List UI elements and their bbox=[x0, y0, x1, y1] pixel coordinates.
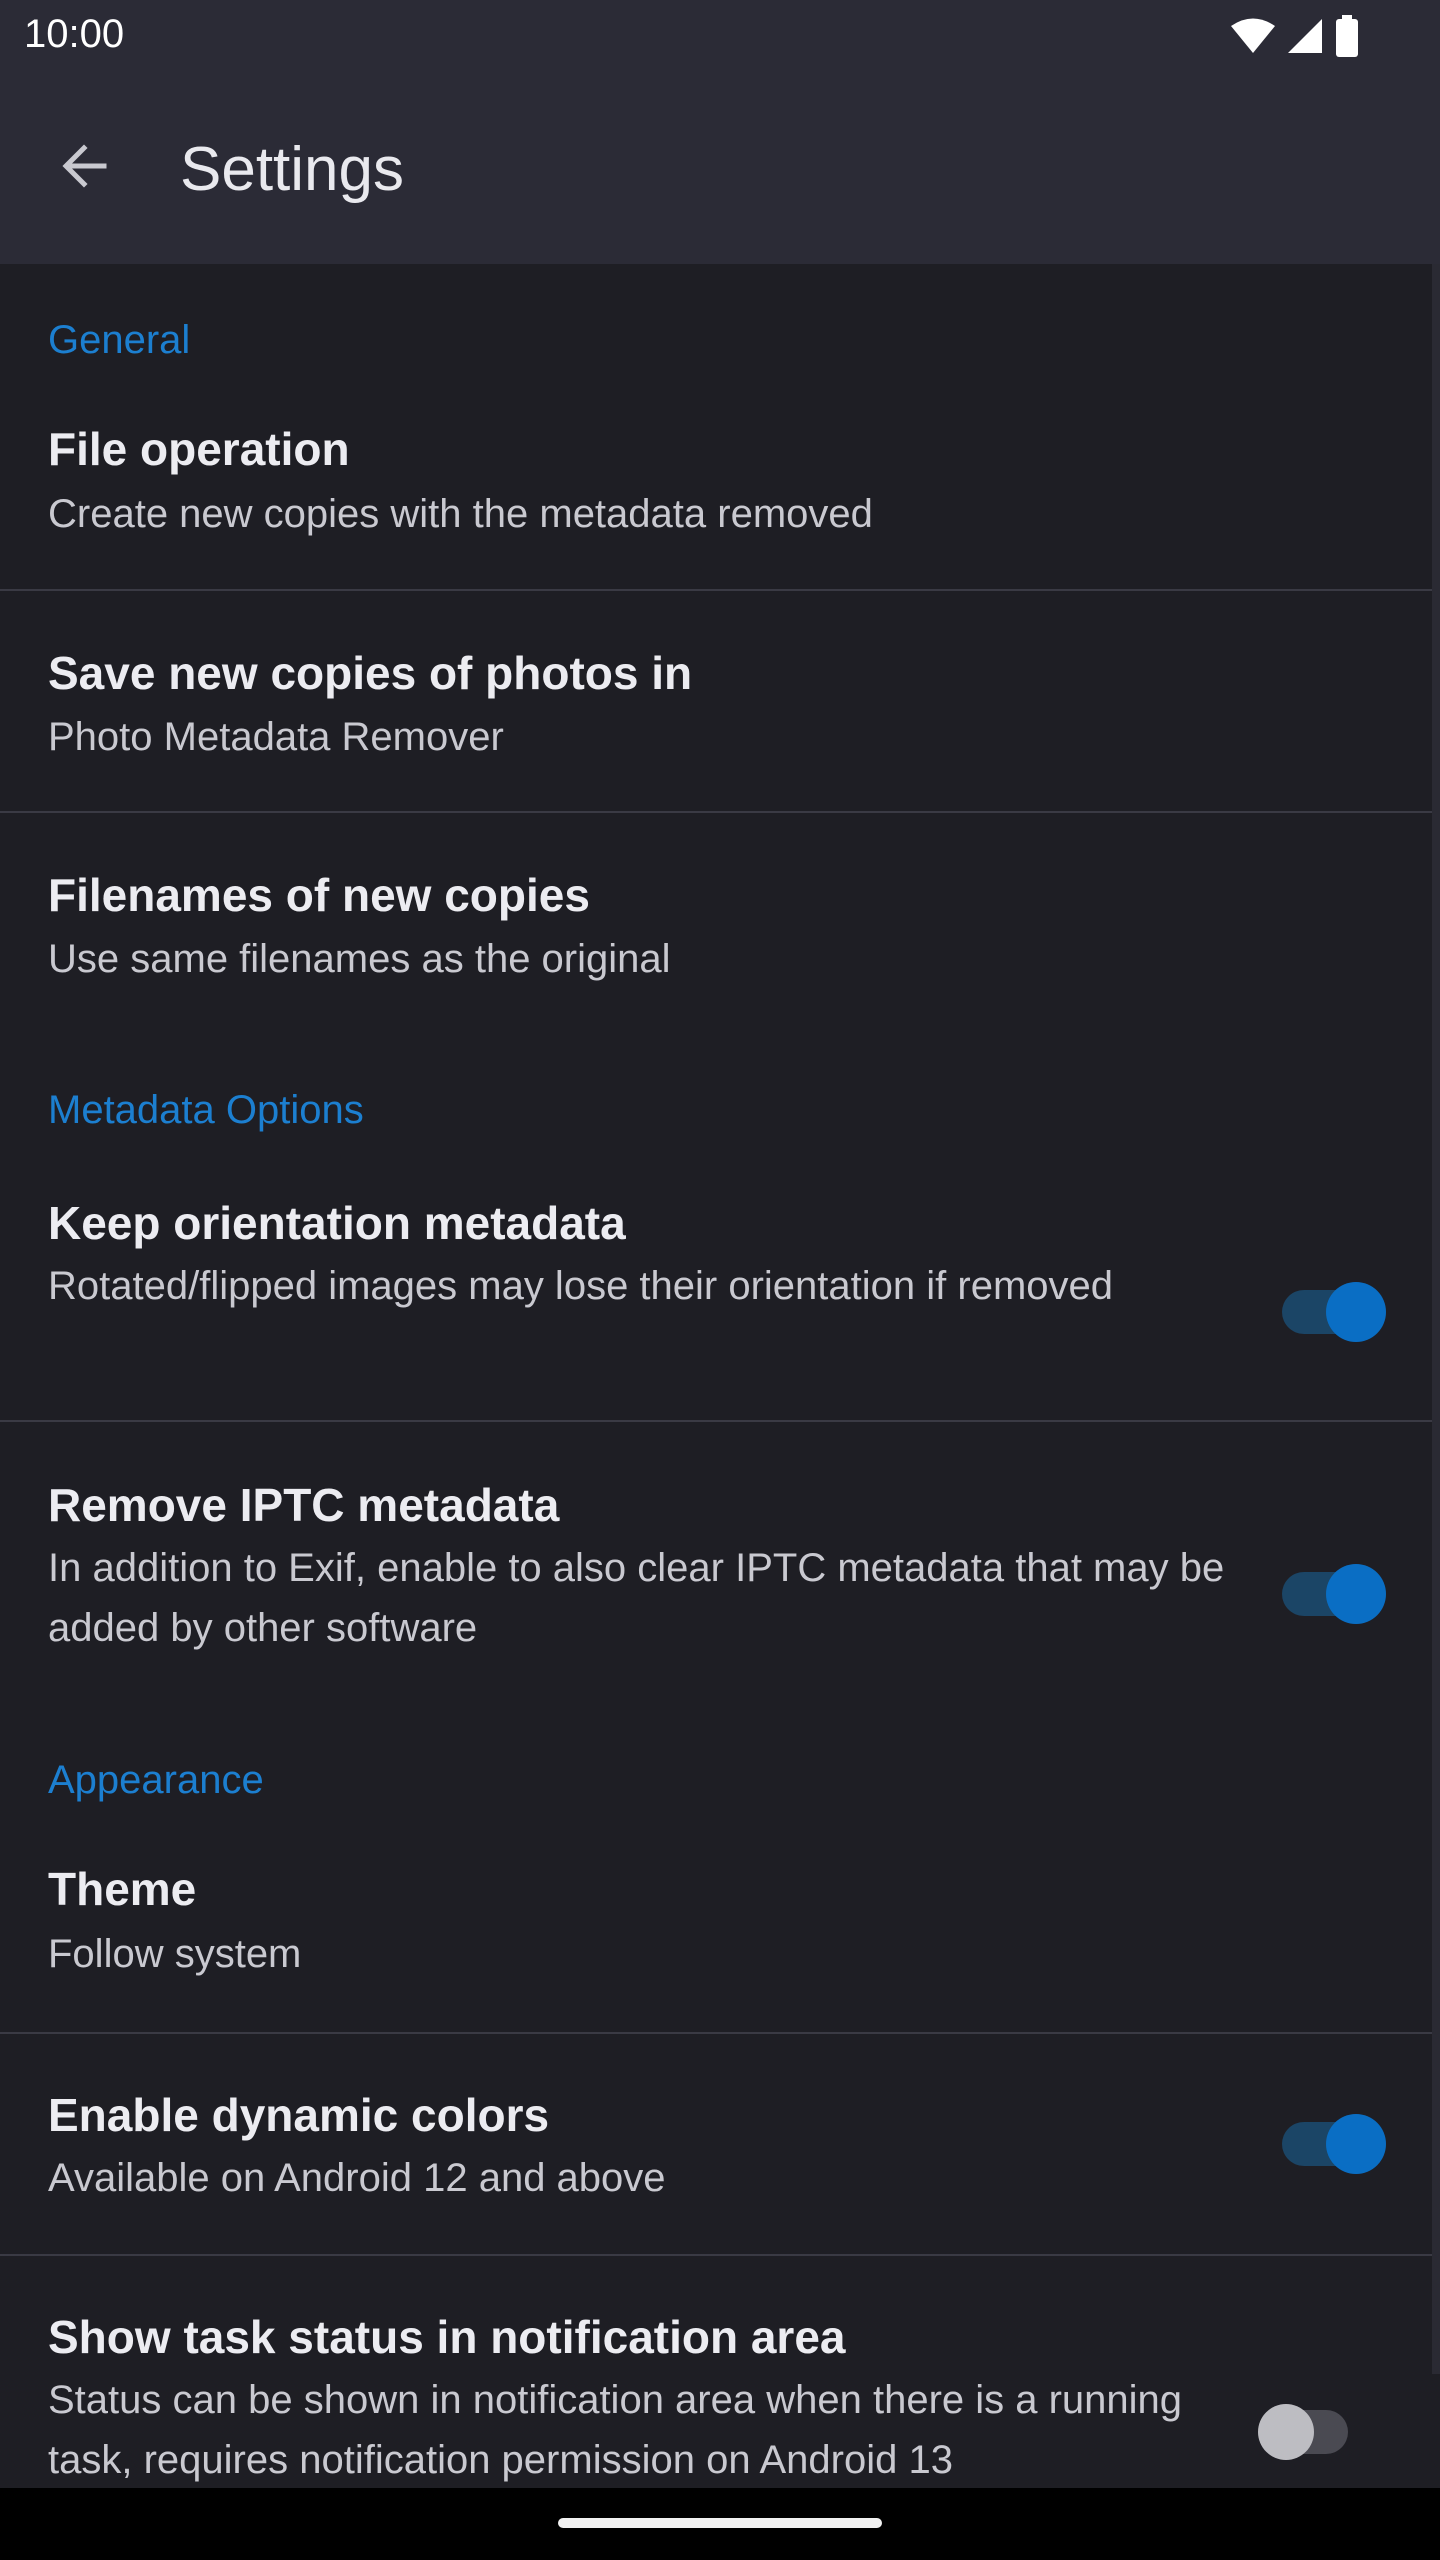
battery-icon bbox=[1334, 15, 1360, 57]
switch-thumb bbox=[1326, 2114, 1386, 2174]
pref-title: Enable dynamic colors bbox=[48, 2089, 550, 2141]
wifi-icon bbox=[1230, 17, 1276, 55]
pref-summary: Status can be shown in notification area… bbox=[48, 2378, 1183, 2482]
dynamic-colors-switch[interactable] bbox=[1282, 2112, 1386, 2176]
settings-list[interactable]: General File operation Create new copies… bbox=[0, 264, 1440, 2488]
pref-title: Filenames of new copies bbox=[48, 869, 590, 921]
pref-title: Show task status in notification area bbox=[48, 2311, 846, 2363]
navigation-bar bbox=[0, 2488, 1440, 2560]
switch-thumb bbox=[1258, 2404, 1314, 2460]
pref-keep-orientation[interactable]: Keep orientation metadata Rotated/flippe… bbox=[0, 1154, 1432, 1420]
pref-task-status[interactable]: Show task status in notification area St… bbox=[0, 2256, 1432, 2488]
section-header-metadata-options: Metadata Options bbox=[48, 1088, 364, 1132]
pref-dynamic-colors[interactable]: Enable dynamic colors Available on Andro… bbox=[0, 2034, 1432, 2254]
pref-file-operation[interactable]: File operation Create new copies with th… bbox=[0, 384, 1432, 554]
pref-summary: Follow system bbox=[48, 1932, 302, 1976]
pref-title: Keep orientation metadata bbox=[48, 1197, 626, 1249]
page-title: Settings bbox=[180, 135, 405, 204]
task-status-switch[interactable] bbox=[1258, 2400, 1362, 2464]
section-header-general: General bbox=[48, 318, 191, 362]
pref-theme[interactable]: Theme Follow system bbox=[0, 1824, 1432, 1994]
pref-title: Save new copies of photos in bbox=[48, 647, 693, 699]
switch-thumb bbox=[1326, 1564, 1386, 1624]
pref-summary: Use same filenames as the original bbox=[48, 937, 671, 981]
gesture-handle[interactable] bbox=[558, 2518, 882, 2528]
status-icons bbox=[1230, 14, 1360, 58]
pref-title: Theme bbox=[48, 1863, 197, 1915]
back-button[interactable] bbox=[40, 124, 128, 212]
status-bar: 10:00 bbox=[0, 0, 1440, 72]
status-time: 10:00 bbox=[24, 12, 125, 56]
keep-orientation-switch[interactable] bbox=[1282, 1280, 1386, 1344]
pref-title: File operation bbox=[48, 423, 350, 475]
pref-summary: In addition to Exif, enable to also clea… bbox=[48, 1546, 1225, 1650]
pref-filenames[interactable]: Filenames of new copies Use same filenam… bbox=[0, 813, 1432, 1033]
app-bar: Settings bbox=[0, 72, 1440, 264]
scrollbar[interactable] bbox=[1432, 264, 1440, 2374]
pref-summary: Photo Metadata Remover bbox=[48, 715, 504, 759]
pref-remove-iptc[interactable]: Remove IPTC metadata In addition to Exif… bbox=[0, 1422, 1432, 1702]
pref-save-location[interactable]: Save new copies of photos in Photo Metad… bbox=[0, 591, 1432, 811]
pref-summary: Available on Android 12 and above bbox=[48, 2156, 666, 2200]
cellular-signal-icon bbox=[1286, 17, 1324, 55]
pref-summary: Create new copies with the metadata remo… bbox=[48, 492, 873, 536]
pref-title: Remove IPTC metadata bbox=[48, 1479, 560, 1531]
remove-iptc-switch[interactable] bbox=[1282, 1562, 1386, 1626]
pref-summary: Rotated/flipped images may lose their or… bbox=[48, 1264, 1113, 1308]
section-header-appearance: Appearance bbox=[48, 1758, 264, 1802]
arrow-back-icon bbox=[56, 138, 112, 199]
switch-thumb bbox=[1326, 1282, 1386, 1342]
